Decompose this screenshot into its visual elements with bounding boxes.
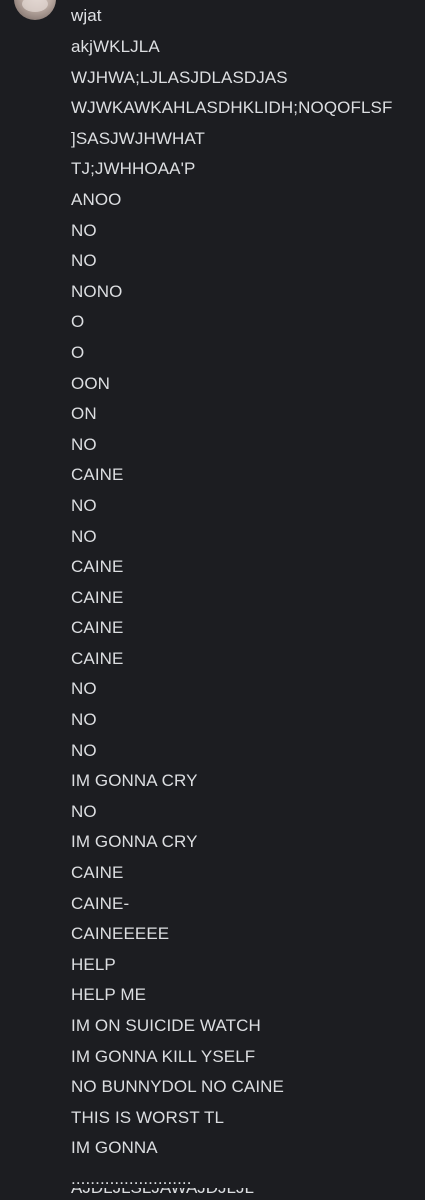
message-line: akjWKLJLA — [71, 37, 160, 56]
message-line: CAINE- — [71, 893, 130, 913]
message-line: NO — [71, 251, 97, 271]
message-line: IM GONNA CRY — [71, 832, 198, 852]
message-line: WJWKAWKAHLASDHKLIDH;NOQOFLSF — [71, 98, 393, 118]
message-line: IM GONNA CRY — [71, 771, 198, 791]
message-line: WJHWA;LJLASJDLASDJAS — [71, 67, 288, 87]
message-line: NO BUNNYDOL NO CAINE — [71, 1077, 284, 1097]
message-line: NO — [71, 740, 97, 760]
message-line: O — [71, 312, 85, 332]
message-line: TJ;JWHHOAA'P — [71, 159, 196, 179]
message-line: CAINE — [71, 863, 124, 883]
message-line: HELP ME — [71, 985, 147, 1005]
message-line: NO — [71, 679, 97, 699]
message-line: NONO — [71, 281, 123, 301]
username[interactable]: wjat — [71, 5, 102, 27]
message-line: O — [71, 342, 85, 362]
message-line: IM GONNA KILL YSELF — [71, 1046, 256, 1066]
message-line: ]SASJWJHWHAT — [71, 128, 206, 148]
message-line: NO — [71, 495, 97, 515]
message-line: CAINE — [71, 618, 124, 638]
message-line: CAINEEEEE — [71, 924, 170, 944]
message-line: CAINE — [71, 557, 124, 577]
message-line: IM ON SUICIDE WATCH — [71, 1016, 261, 1035]
message-line: CAINE — [71, 648, 124, 668]
message-line: ON — [71, 404, 97, 424]
message-line: NO — [71, 801, 97, 821]
message-lines: akjWKLJLA WJHWA;LJLASJDLASDJAS WJWKAWKAHLA… — [71, 36, 392, 1199]
message-line: THIS IS WORST TL — [71, 1107, 225, 1127]
message-line: ANOO — [71, 189, 122, 209]
message-line: CAINE — [71, 587, 124, 607]
message-line: CAINE — [71, 465, 124, 485]
message-line: NO — [71, 434, 97, 454]
message-line: HELP — [71, 954, 116, 974]
chat-message: wjat akjWKLJLA WJHWA;LJLASJDLASDJAS WJWKAW… — [0, 0, 425, 1200]
avatar[interactable] — [14, 0, 56, 20]
message-line: NO — [71, 710, 97, 730]
message-line: IM GONNA — [71, 1138, 158, 1158]
cut-off-message-line: AJDLJLSLJAWAJDJLJL — [71, 1188, 254, 1200]
message-line: NO — [71, 526, 97, 546]
message-line: NO — [71, 220, 97, 240]
message-line: OON — [71, 373, 111, 393]
